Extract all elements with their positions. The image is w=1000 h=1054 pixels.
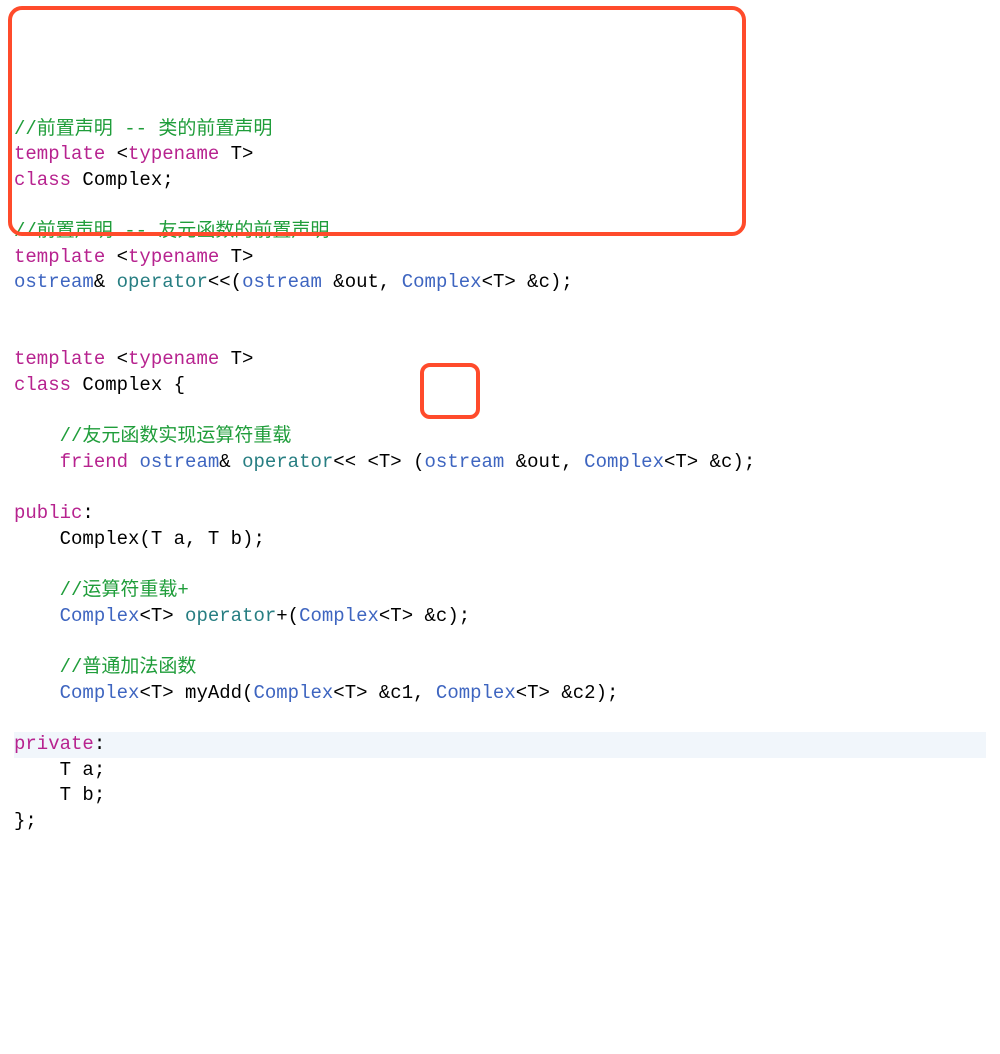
- text: };: [14, 810, 37, 832]
- type-complex: Complex: [584, 451, 664, 473]
- text: T>: [219, 246, 253, 268]
- type-complex: Complex: [253, 682, 333, 704]
- type-complex: Complex: [299, 605, 379, 627]
- keyword-template: template: [14, 143, 105, 165]
- text: Complex(T a, T b);: [14, 528, 265, 550]
- indent: [14, 605, 60, 627]
- indent: [14, 682, 60, 704]
- type-ostream: ostream: [14, 271, 94, 293]
- comment: //前置声明 -- 友元函数的前置声明: [14, 220, 329, 242]
- type-ostream: ostream: [242, 271, 322, 293]
- text: <T> myAdd(: [139, 682, 253, 704]
- text: &: [94, 271, 117, 293]
- comment: //前置声明 -- 类的前置声明: [14, 118, 272, 140]
- text: Complex {: [71, 374, 185, 396]
- text: &: [219, 451, 242, 473]
- text: <T>: [139, 605, 185, 627]
- text: << <T> (: [333, 451, 424, 473]
- text: <T> &c2);: [516, 682, 619, 704]
- comment: //普通加法函数: [14, 656, 196, 678]
- text: <: [105, 143, 128, 165]
- type-complex: Complex: [436, 682, 516, 704]
- func-operator: operator: [117, 271, 208, 293]
- text: +(: [276, 605, 299, 627]
- text: Complex;: [71, 169, 174, 191]
- type-complex: Complex: [402, 271, 482, 293]
- comment: //运算符重载+: [14, 579, 189, 601]
- text: <T> &c);: [379, 605, 470, 627]
- type-ostream: ostream: [139, 451, 219, 473]
- code-block: //前置声明 -- 类的前置声明 template <typename T> c…: [14, 117, 986, 835]
- text: <: [105, 348, 128, 370]
- text: <T> &c);: [664, 451, 755, 473]
- text: <T> &c1,: [333, 682, 436, 704]
- text: T a;: [14, 759, 105, 781]
- text: :: [94, 733, 105, 755]
- func-operator: operator: [242, 451, 333, 473]
- keyword-typename: typename: [128, 348, 219, 370]
- func-operator: operator: [185, 605, 276, 627]
- type-complex: Complex: [60, 605, 140, 627]
- keyword-typename: typename: [128, 246, 219, 268]
- comment: //友元函数实现运算符重载: [14, 425, 291, 447]
- text: &out,: [504, 451, 584, 473]
- highlighted-line: private:: [14, 732, 986, 758]
- text: <<(: [208, 271, 242, 293]
- text: &out,: [322, 271, 402, 293]
- text: <T> &c);: [482, 271, 573, 293]
- keyword-template: template: [14, 246, 105, 268]
- text: :: [82, 502, 93, 524]
- indent: [14, 451, 60, 473]
- text: [128, 451, 139, 473]
- text: T>: [219, 348, 253, 370]
- keyword-public: public: [14, 502, 82, 524]
- type-complex: Complex: [60, 682, 140, 704]
- keyword-class: class: [14, 374, 71, 396]
- keyword-typename: typename: [128, 143, 219, 165]
- keyword-class: class: [14, 169, 71, 191]
- keyword-friend: friend: [60, 451, 128, 473]
- text: T b;: [14, 784, 105, 806]
- type-ostream: ostream: [425, 451, 505, 473]
- keyword-private: private: [14, 733, 94, 755]
- text: T>: [219, 143, 253, 165]
- text: <: [105, 246, 128, 268]
- keyword-template: template: [14, 348, 105, 370]
